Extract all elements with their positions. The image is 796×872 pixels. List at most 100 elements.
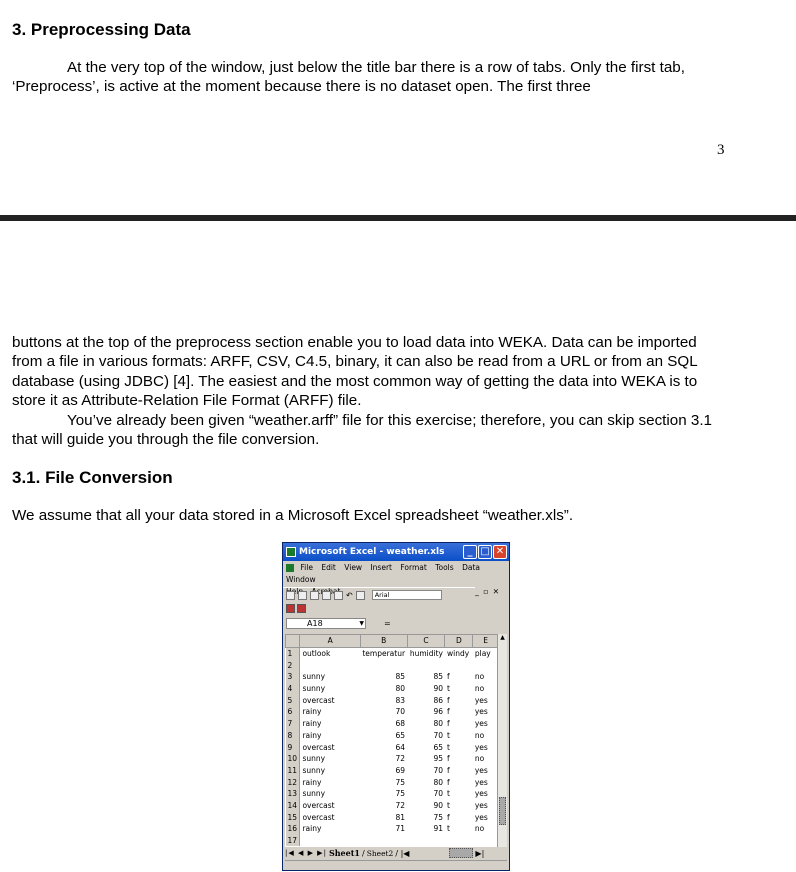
scroll-up-icon[interactable]: ▲ xyxy=(498,634,507,641)
vertical-scrollbar[interactable]: ▲ xyxy=(497,634,507,847)
cell-outlook[interactable] xyxy=(300,835,360,847)
horizontal-scroll-thumb[interactable] xyxy=(449,848,474,858)
cell-play[interactable]: yes xyxy=(473,718,499,730)
row-header[interactable]: 6 xyxy=(285,706,301,718)
cell-outlook[interactable]: sunny xyxy=(300,683,360,695)
minimize-button[interactable]: _ xyxy=(463,545,477,559)
maximize-button[interactable]: □ xyxy=(478,545,492,559)
cell-humidity[interactable]: 70 xyxy=(407,730,445,742)
font-name-box[interactable]: Arial xyxy=(371,590,442,600)
cell-windy[interactable]: f xyxy=(445,671,473,683)
cell-windy[interactable]: windy xyxy=(445,647,473,659)
row-header[interactable]: 4 xyxy=(285,682,301,695)
cell-play[interactable]: yes xyxy=(473,765,499,777)
cell-temperature[interactable]: 64 xyxy=(360,741,407,753)
cell-temperature[interactable] xyxy=(360,659,407,671)
cell-windy[interactable]: t xyxy=(445,730,473,742)
menu-insert[interactable]: Insert xyxy=(370,563,392,572)
column-header-c[interactable]: C xyxy=(406,634,446,648)
close-button[interactable]: ✕ xyxy=(493,545,507,559)
row-header[interactable]: 16 xyxy=(285,823,301,835)
cell-temperature[interactable]: 81 xyxy=(360,811,407,823)
cell-humidity[interactable]: 75 xyxy=(407,811,445,823)
print-icon[interactable] xyxy=(322,590,331,600)
cell-outlook[interactable]: sunny xyxy=(300,753,360,765)
cell-humidity[interactable]: 96 xyxy=(407,706,445,718)
new-icon[interactable] xyxy=(286,590,295,600)
cell-windy[interactable] xyxy=(445,835,473,847)
menu-edit[interactable]: Edit xyxy=(321,563,336,572)
cell-play[interactable]: no xyxy=(473,671,499,683)
cell-outlook[interactable]: sunny xyxy=(300,788,360,800)
cell-windy[interactable]: f xyxy=(445,765,473,777)
cell-windy[interactable]: f xyxy=(445,811,473,823)
pdf-email-icon[interactable] xyxy=(297,604,306,613)
scroll-thumb[interactable] xyxy=(499,797,506,825)
cell-humidity[interactable]: 85 xyxy=(407,671,445,683)
cell-temperature[interactable]: 65 xyxy=(360,730,407,742)
cell-play[interactable]: yes xyxy=(473,811,499,823)
cell-humidity[interactable]: 86 xyxy=(407,694,445,706)
row-header[interactable]: 14 xyxy=(285,799,301,812)
cell-temperature[interactable]: temperatur xyxy=(360,647,407,659)
chevron-down-icon[interactable]: ▼ xyxy=(359,619,364,629)
row-header[interactable]: 5 xyxy=(285,694,301,707)
sheet-nav-arrows[interactable]: |◀ ◀ ▶ ▶| xyxy=(285,849,327,857)
cell-play[interactable]: yes xyxy=(473,706,499,718)
cell-humidity[interactable]: 90 xyxy=(407,683,445,695)
cell-outlook[interactable]: rainy xyxy=(300,730,360,742)
row-header[interactable]: 10 xyxy=(285,752,301,765)
cell-temperature[interactable]: 72 xyxy=(360,753,407,765)
cell-play[interactable]: yes xyxy=(473,694,499,706)
row-header[interactable]: 13 xyxy=(285,787,301,800)
cell-humidity[interactable] xyxy=(407,835,445,847)
cell-play[interactable] xyxy=(473,835,499,847)
cell-outlook[interactable]: rainy xyxy=(300,823,360,835)
cell-windy[interactable]: f xyxy=(445,718,473,730)
cell-windy[interactable] xyxy=(445,659,473,671)
cell-outlook[interactable]: rainy xyxy=(300,776,360,788)
menu-file[interactable]: File xyxy=(300,563,313,572)
cell-outlook[interactable]: outlook xyxy=(300,647,360,659)
row-header[interactable]: 8 xyxy=(285,729,301,742)
column-header-e[interactable]: E xyxy=(472,634,499,648)
cell-outlook[interactable]: overcast xyxy=(300,800,360,812)
cell-temperature[interactable]: 75 xyxy=(360,788,407,800)
cell-windy[interactable]: f xyxy=(445,776,473,788)
row-header[interactable]: 1 xyxy=(285,647,301,660)
cell-temperature[interactable]: 80 xyxy=(360,683,407,695)
cell-play[interactable]: yes xyxy=(473,741,499,753)
cell-humidity[interactable]: 91 xyxy=(407,823,445,835)
cell-play[interactable]: no xyxy=(473,730,499,742)
cell-temperature[interactable]: 68 xyxy=(360,718,407,730)
cell-humidity[interactable]: 70 xyxy=(407,788,445,800)
menu-format[interactable]: Format xyxy=(400,563,426,572)
cell-temperature[interactable]: 71 xyxy=(360,823,407,835)
cell-outlook[interactable]: sunny xyxy=(300,765,360,777)
cell-temperature[interactable] xyxy=(360,835,407,847)
cell-outlook[interactable]: rainy xyxy=(300,718,360,730)
cell-temperature[interactable]: 72 xyxy=(360,800,407,812)
menu-window[interactable]: Window xyxy=(286,575,316,584)
tab-sheet2[interactable]: Sheet2 xyxy=(367,849,394,858)
undo-icon[interactable]: ↶ xyxy=(346,591,353,600)
save-icon[interactable] xyxy=(310,590,319,600)
cell-outlook[interactable]: sunny xyxy=(300,671,360,683)
corner-cell[interactable] xyxy=(285,634,301,648)
cell-windy[interactable]: f xyxy=(445,753,473,765)
tab-sheet1[interactable]: Sheet1 xyxy=(329,848,360,858)
cell-temperature[interactable]: 75 xyxy=(360,776,407,788)
cell-play[interactable]: no xyxy=(473,753,499,765)
pdf-convert-icon[interactable] xyxy=(286,604,295,613)
cell-play[interactable]: yes xyxy=(473,788,499,800)
cell-play[interactable]: yes xyxy=(473,800,499,812)
row-header[interactable]: 9 xyxy=(285,741,301,753)
cell-windy[interactable]: t xyxy=(445,800,473,812)
row-header[interactable]: 7 xyxy=(285,717,301,730)
help-icon[interactable] xyxy=(355,590,365,600)
cell-humidity[interactable]: 80 xyxy=(407,718,445,730)
row-header[interactable]: 3 xyxy=(285,671,301,683)
cell-windy[interactable]: t xyxy=(445,823,473,835)
cell-temperature[interactable]: 69 xyxy=(360,765,407,777)
name-box[interactable]: A18 ▼ xyxy=(286,617,366,629)
